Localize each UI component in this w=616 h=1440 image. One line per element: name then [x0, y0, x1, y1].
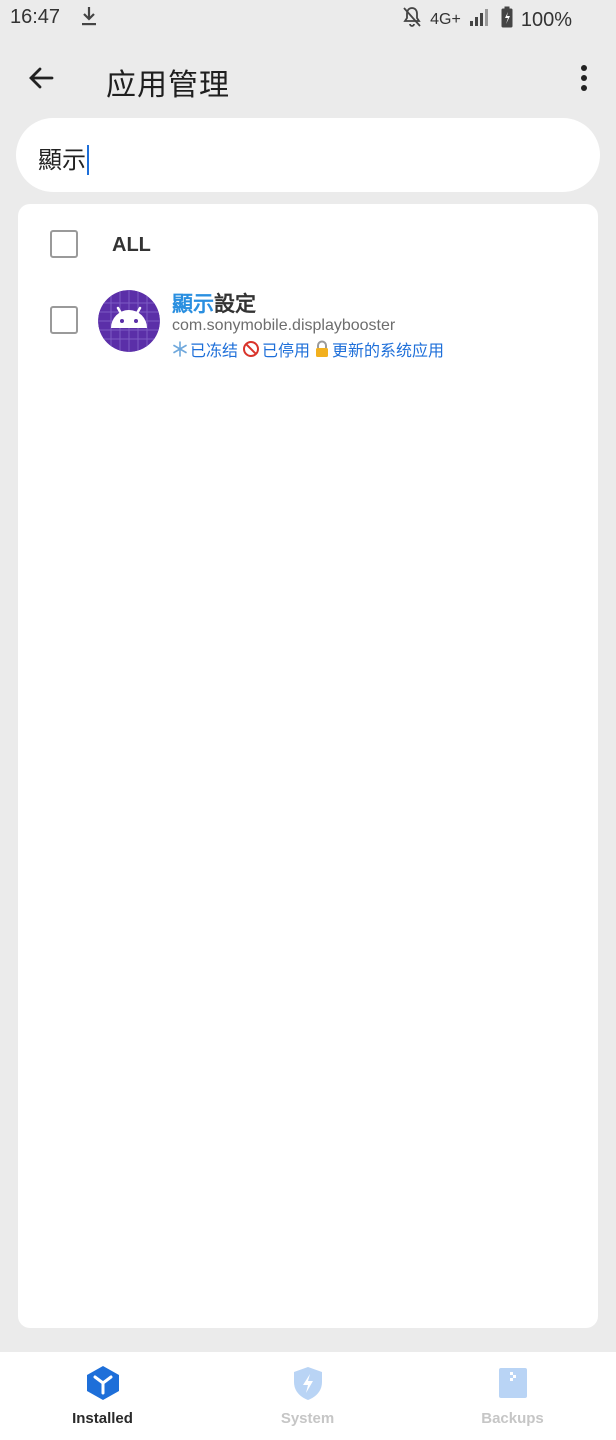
snowflake-icon [173, 341, 187, 357]
search-input[interactable]: 顯示 [38, 140, 89, 177]
status-frozen-label: 已冻结 [190, 343, 239, 360]
tab-installed[interactable]: Installed [0, 1352, 205, 1440]
arrow-left-icon [29, 67, 54, 89]
select-all-label: ALL [112, 234, 151, 256]
status-badge: 已停用 [242, 337, 310, 361]
page-title: 应用管理 [106, 69, 230, 102]
status-disabled-label: 已停用 [262, 343, 311, 360]
app-name-highlight: 顯示 [172, 293, 214, 316]
app-list: ALL 顯示設定 com.sonymobile.displaybooster 已… [18, 204, 598, 1328]
download-icon [80, 4, 98, 28]
android-icon [98, 290, 160, 352]
status-bar: 16:47 4G+ 100% [0, 0, 616, 36]
status-system-update-label: 更新的系统应用 [332, 343, 445, 360]
archive-icon [494, 1364, 532, 1402]
more-options-button[interactable] [572, 62, 596, 94]
more-vert-icon [581, 65, 587, 91]
tab-system[interactable]: System [205, 1352, 410, 1440]
text-caret [87, 144, 89, 175]
app-package: com.sonymobile.displaybooster [172, 317, 396, 334]
network-type: 4G+ [430, 11, 461, 28]
lock-icon [316, 340, 329, 357]
app-name-rest: 設定 [214, 293, 256, 316]
tab-backups[interactable]: Backups [410, 1352, 615, 1440]
search-query: 顯示 [38, 147, 86, 174]
signal-icon [469, 7, 493, 33]
search-bar[interactable]: 顯示 [16, 118, 600, 192]
battery-level: 100% [520, 8, 572, 31]
select-all-checkbox[interactable] [50, 230, 78, 258]
status-badge: 更新的系统应用 [314, 337, 444, 361]
prohibited-icon [243, 341, 260, 357]
back-button[interactable] [22, 60, 60, 96]
status-time: 16:47 [10, 6, 61, 28]
tab-backups-label: Backups [481, 1410, 544, 1427]
app-status-tags: 已冻结 已停用 更新的系统应用 [172, 337, 444, 361]
shield-bolt-icon [289, 1364, 327, 1402]
app-name: 顯示設定 [172, 288, 256, 318]
tab-system-label: System [280, 1410, 335, 1427]
tab-installed-label: Installed [72, 1410, 133, 1427]
item-checkbox[interactable] [50, 306, 78, 334]
box-icon [84, 1364, 122, 1402]
bottom-nav: Installed System Backups [0, 1352, 616, 1440]
battery-icon [501, 6, 513, 34]
bell-off-icon [402, 6, 422, 34]
status-badge: 已冻结 [172, 337, 238, 361]
app-bar: 应用管理 [0, 46, 616, 110]
